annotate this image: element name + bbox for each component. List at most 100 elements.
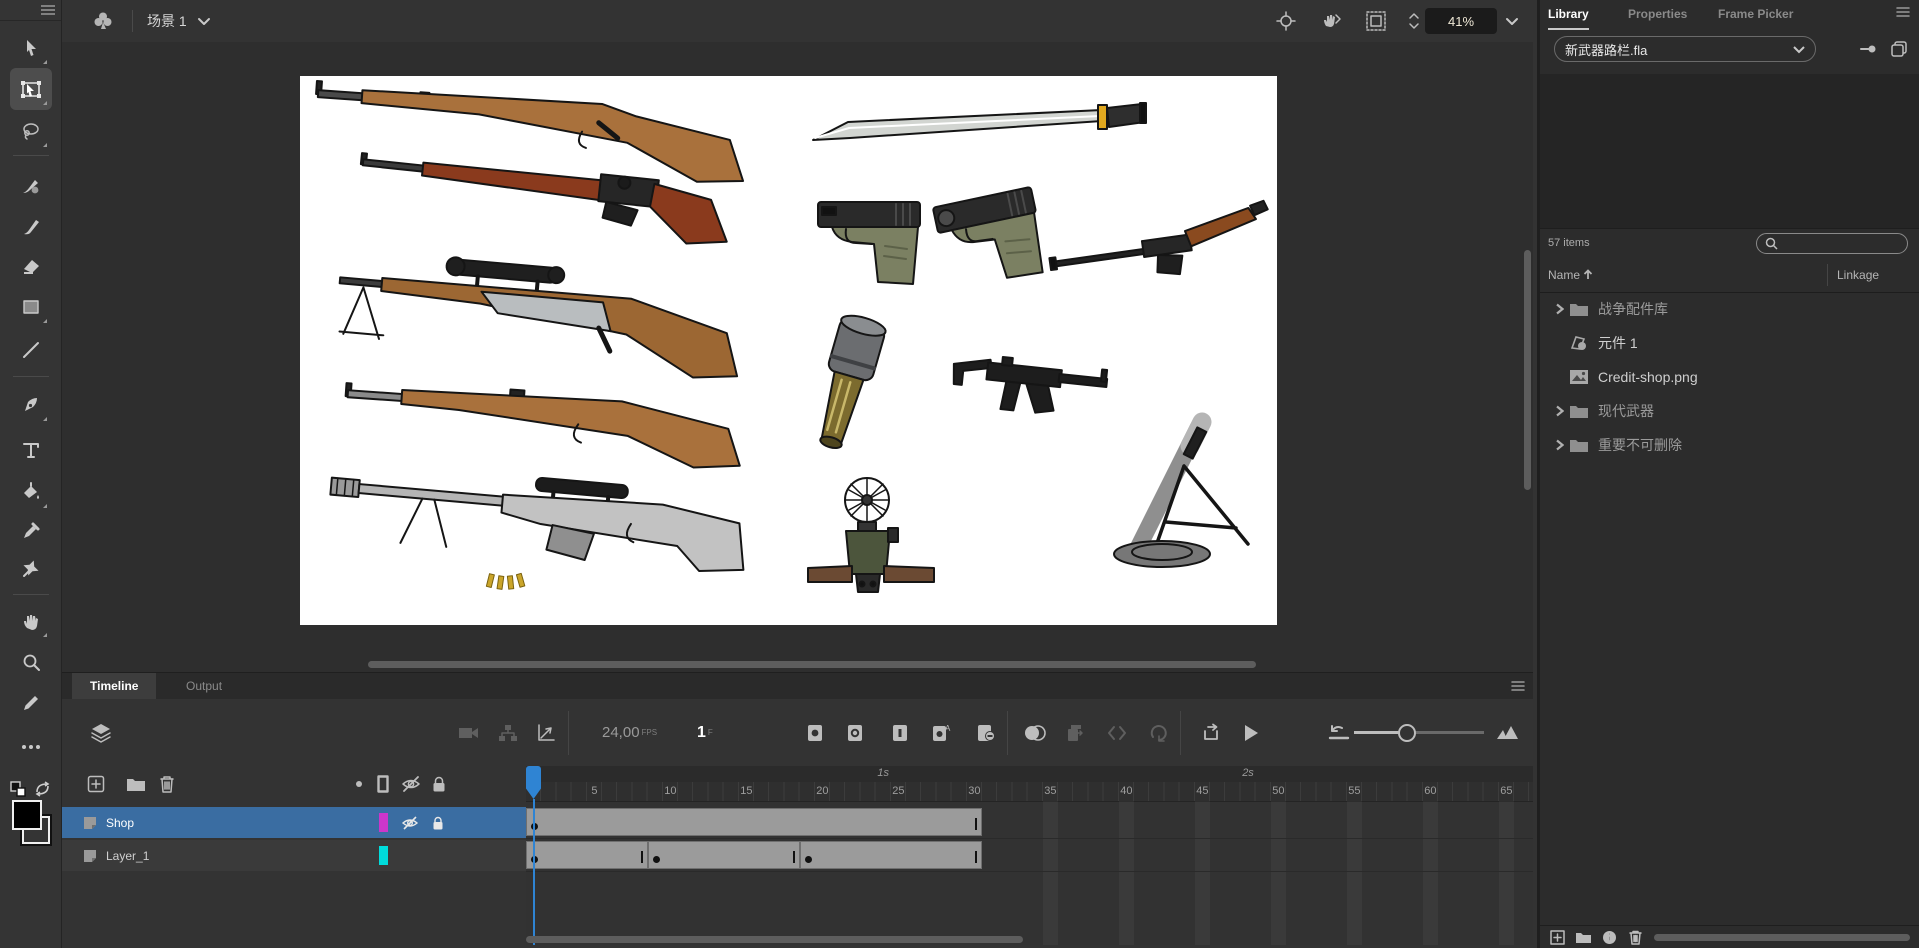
layer-row-Layer_1[interactable]: Layer_1 <box>62 840 526 871</box>
timeline-horizontal-scrollbar[interactable] <box>526 936 1023 943</box>
swap-colors-button[interactable] <box>34 780 52 798</box>
layer-name[interactable]: Layer_1 <box>106 849 526 863</box>
drawing-lewis-gun[interactable] <box>807 477 935 593</box>
frame-span[interactable] <box>799 841 982 869</box>
motion-editor-button[interactable] <box>531 699 561 766</box>
library-item-Credit-shop.png[interactable]: Credit-shop.png <box>1540 360 1919 394</box>
pen-tool[interactable] <box>10 384 52 426</box>
timeline-zoom-fit-button[interactable] <box>1492 699 1522 766</box>
insert-blank-keyframe-button[interactable] <box>840 699 870 766</box>
library-item-战争配件库[interactable]: 战争配件库 <box>1540 292 1919 326</box>
drawing-bolt-action-rifle[interactable] <box>312 80 748 185</box>
loop-button[interactable] <box>1196 699 1226 766</box>
library-item-元件 1[interactable]: 元件 1 <box>1540 326 1919 360</box>
layer-hidden-icon[interactable] <box>400 813 420 833</box>
drawing-angled-rifle[interactable] <box>1046 199 1275 291</box>
tab-library[interactable]: Library <box>1548 0 1589 30</box>
library-search-box[interactable] <box>1756 233 1908 254</box>
drawing-bullets[interactable] <box>485 572 526 590</box>
insert-frame-button[interactable] <box>885 699 915 766</box>
auto-keyframe-button[interactable]: A <box>927 699 957 766</box>
expander-chevron-icon[interactable] <box>1550 405 1568 417</box>
stroke-fill-color-control[interactable] <box>12 800 56 848</box>
tab-frame-picker[interactable]: Frame Picker <box>1718 0 1793 28</box>
drawing-katana[interactable] <box>812 102 1147 141</box>
asset-warp-tool[interactable] <box>10 547 52 589</box>
document-selector[interactable]: 新武器路栏.fla <box>1554 36 1816 62</box>
stage-vertical-scrollbar[interactable] <box>1524 250 1531 490</box>
library-item-现代武器[interactable]: 现代武器 <box>1540 394 1919 428</box>
classic-brush-tool[interactable] <box>10 206 52 248</box>
drawing-pistol-large[interactable] <box>932 186 1049 292</box>
tab-properties[interactable]: Properties <box>1628 0 1687 28</box>
drawing-stick-grenade[interactable] <box>807 312 888 453</box>
zoom-level-field[interactable]: 41% <box>1425 8 1497 34</box>
library-horizontal-scrollbar[interactable] <box>1654 934 1910 941</box>
library-new-folder-button[interactable] <box>1570 931 1596 944</box>
frame-span[interactable] <box>647 841 800 869</box>
selection-tool[interactable] <box>10 27 52 69</box>
library-item-重要不可删除[interactable]: 重要不可删除 <box>1540 428 1919 462</box>
slider-knob[interactable] <box>1398 724 1416 742</box>
tab-timeline[interactable]: Timeline <box>72 673 157 699</box>
drawing-mortar[interactable] <box>1113 412 1250 568</box>
create-motion-tween-button[interactable] <box>1144 699 1174 766</box>
lock-all-layers-toggle[interactable] <box>428 773 450 795</box>
edit-multiple-frames-button[interactable] <box>1102 699 1132 766</box>
lasso-tool[interactable] <box>10 110 52 152</box>
camera-button[interactable] <box>454 699 484 766</box>
clip-content-button[interactable] <box>1365 10 1387 32</box>
default-colors-button[interactable] <box>9 780 27 798</box>
paint-bucket-tool[interactable] <box>10 471 52 513</box>
tab-output[interactable]: Output <box>168 673 240 699</box>
paste-frames-button[interactable] <box>1060 699 1090 766</box>
scene-chevron-icon[interactable] <box>197 16 211 26</box>
item-properties-button[interactable] <box>1596 930 1622 945</box>
frame-row-Layer_1[interactable] <box>526 840 1533 872</box>
frame-ruler[interactable]: 5 10 15 20 25 30 35 40 45 50 55 60 65 <box>526 782 1533 802</box>
text-tool[interactable] <box>10 429 52 471</box>
free-transform-tool[interactable] <box>10 68 52 110</box>
drawing-scoped-sniper-rifle[interactable] <box>334 247 745 381</box>
stage-canvas[interactable] <box>300 76 1277 625</box>
eraser-tool[interactable] <box>10 246 52 288</box>
delete-frame-button[interactable] <box>972 699 1002 766</box>
playhead[interactable] <box>526 766 541 945</box>
library-column-header[interactable]: Name Linkage <box>1540 260 1919 293</box>
library-panel-menu-icon[interactable] <box>1896 6 1910 18</box>
layer-lock-icon[interactable] <box>428 813 448 833</box>
rectangle-tool[interactable] <box>10 286 52 328</box>
frames-area[interactable]: 1s 2s 5 10 15 20 25 30 35 40 45 50 55 60 65 <box>526 766 1533 945</box>
drawing-pistol-small[interactable] <box>817 201 921 285</box>
delete-item-button[interactable] <box>1622 930 1648 945</box>
stroke-color-swatch[interactable] <box>12 800 42 830</box>
stage-horizontal-scrollbar[interactable] <box>368 661 1256 668</box>
zoom-tool[interactable] <box>10 642 52 684</box>
new-symbol-button[interactable] <box>1544 930 1570 945</box>
rotation-tool-button[interactable] <box>1319 9 1343 33</box>
frame-span[interactable] <box>526 841 648 869</box>
zoom-stepper[interactable] <box>1407 10 1421 32</box>
onion-skin-button[interactable] <box>1020 699 1050 766</box>
new-layer-button[interactable] <box>85 773 107 795</box>
new-library-panel-button[interactable] <box>1890 40 1908 58</box>
layer-parenting-button[interactable] <box>493 699 523 766</box>
center-stage-button[interactable] <box>1275 10 1297 32</box>
edit-toolbar-button[interactable] <box>10 726 52 768</box>
layer-row-Shop[interactable]: Shop <box>62 807 526 838</box>
layers-view-button[interactable] <box>86 699 116 766</box>
pencil-tool[interactable] <box>10 682 52 724</box>
expander-chevron-icon[interactable] <box>1550 439 1568 451</box>
show-hide-all-layers-toggle[interactable] <box>400 773 422 795</box>
stage-pasteboard[interactable] <box>62 42 1533 672</box>
fluid-brush-tool[interactable] <box>10 166 52 208</box>
outline-view-toggle[interactable] <box>372 773 394 795</box>
zoom-dropdown-chevron[interactable] <box>1505 16 1519 26</box>
drawing-semi-auto-rifle[interactable] <box>342 378 744 471</box>
timeline-panel-menu-icon[interactable] <box>1511 680 1525 692</box>
reset-timeline-zoom-button[interactable] <box>1324 699 1354 766</box>
layer-name[interactable]: Shop <box>106 816 526 830</box>
insert-keyframe-button[interactable] <box>800 699 830 766</box>
delete-layer-button[interactable] <box>156 773 178 795</box>
timeline-zoom-slider[interactable] <box>1354 724 1484 742</box>
